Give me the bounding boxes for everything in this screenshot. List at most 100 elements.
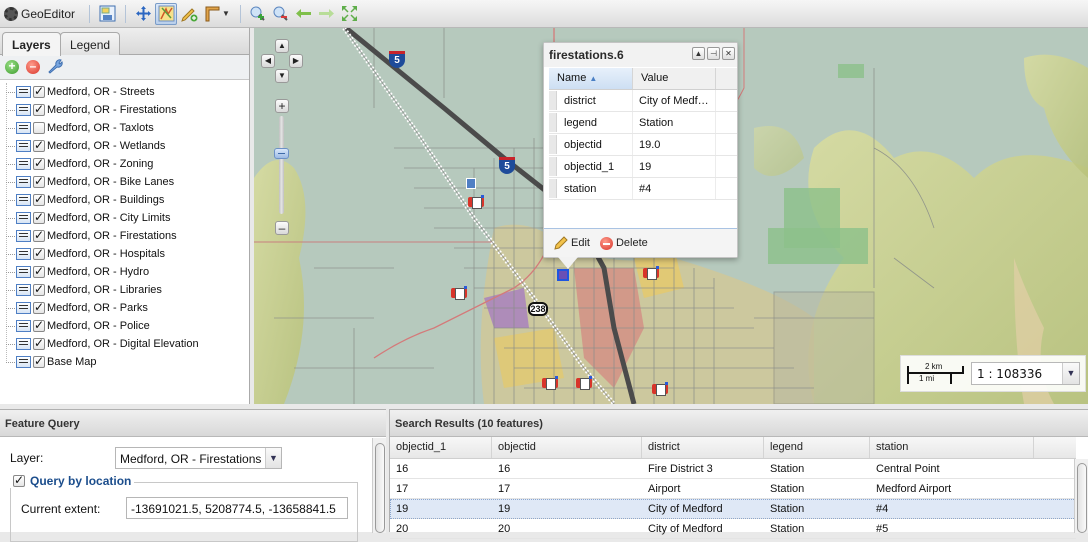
layer-visibility-checkbox[interactable] — [33, 122, 45, 134]
layer-item[interactable]: ✓ Medford, OR - Police — [0, 317, 249, 335]
full-extent-button[interactable] — [339, 3, 361, 25]
property-grid: Name ▲ Value district City of Medf… legend… — [549, 68, 737, 200]
layer-visibility-checkbox[interactable]: ✓ — [33, 355, 45, 368]
remove-layer-button[interactable]: – — [26, 60, 40, 74]
map-view[interactable]: 5 5 238 ▲ ◀ ▶ ▼ + – 2 km 1 mi 1 : 108336… — [254, 28, 1088, 404]
current-extent-input[interactable]: -13691021.5, 5208774.5, -13658841.5 — [126, 497, 348, 519]
pan-up-button[interactable]: ▲ — [275, 39, 289, 53]
layer-visibility-checkbox[interactable]: ✓ — [33, 319, 45, 332]
column-header-objectid-1[interactable]: objectid_1 — [390, 437, 492, 458]
add-feature-button[interactable] — [178, 3, 200, 25]
table-row[interactable]: 17 17 Airport Station Medford Airport — [390, 479, 1076, 499]
save-button[interactable] — [96, 3, 118, 25]
table-row[interactable]: 20 20 City of Medford Station #5 — [390, 519, 1076, 539]
property-value: Station — [633, 112, 716, 133]
firestation-marker[interactable] — [652, 382, 668, 396]
layer-item[interactable]: ✓ Medford, OR - Wetlands — [0, 137, 249, 155]
layer-visibility-checkbox[interactable]: ✓ — [33, 103, 45, 116]
property-row[interactable]: legend Station — [549, 112, 737, 134]
layer-item[interactable]: ✓ Base Map — [0, 353, 249, 371]
pan-button[interactable] — [132, 3, 154, 25]
layer-visibility-checkbox[interactable]: ✓ — [33, 301, 45, 314]
pan-down-button[interactable]: ▼ — [275, 69, 289, 83]
layer-item[interactable]: ✓ Medford, OR - City Limits — [0, 209, 249, 227]
layer-item[interactable]: ✓ Medford, OR - Digital Elevation — [0, 335, 249, 353]
map-zoom-in-button[interactable]: + — [275, 99, 289, 113]
select-feature-button[interactable] — [155, 2, 178, 25]
results-scrollbar[interactable] — [1074, 459, 1088, 533]
layer-properties-button[interactable] — [47, 58, 63, 77]
hospital-icon[interactable] — [466, 178, 476, 189]
layer-visibility-checkbox[interactable]: ✓ — [33, 193, 45, 206]
layer-item[interactable]: ✓ Medford, OR - Bike Lanes — [0, 173, 249, 191]
tab-layers[interactable]: Layers — [2, 32, 61, 56]
layer-visibility-checkbox[interactable]: ✓ — [33, 265, 45, 278]
layer-visibility-checkbox[interactable]: ✓ — [33, 211, 45, 224]
layer-item[interactable]: ✓ Medford, OR - Hydro — [0, 263, 249, 281]
back-button[interactable] — [293, 3, 315, 25]
zoom-out-button[interactable] — [270, 3, 292, 25]
zoom-in-button[interactable] — [247, 3, 269, 25]
layer-visibility-checkbox[interactable]: ✓ — [33, 283, 45, 296]
property-row[interactable]: district City of Medf… — [549, 90, 737, 112]
layer-visibility-checkbox[interactable]: ✓ — [33, 337, 45, 350]
zoom-slider-track[interactable] — [279, 116, 284, 214]
collapse-button[interactable]: ▲ — [692, 47, 705, 60]
map-zoom-out-button[interactable]: – — [275, 221, 289, 235]
layer-item[interactable]: ✓ Medford, OR - Firestations — [0, 227, 249, 245]
measure-button[interactable] — [201, 3, 223, 25]
forward-icon — [319, 9, 335, 18]
table-row[interactable]: 19 19 City of Medford Station #4 — [390, 499, 1076, 519]
column-header-station[interactable]: station — [870, 437, 1034, 458]
chevron-down-icon[interactable]: ▼ — [1062, 363, 1079, 384]
chevron-down-icon[interactable]: ▼ — [265, 448, 281, 468]
name-column-header[interactable]: Name ▲ — [549, 68, 633, 89]
property-row[interactable]: station #4 — [549, 178, 737, 200]
layer-item[interactable]: ✓ Medford, OR - Zoning — [0, 155, 249, 173]
firestation-marker[interactable] — [542, 376, 558, 390]
layer-visibility-checkbox[interactable]: ✓ — [33, 85, 45, 98]
delete-button[interactable]: Delete — [599, 236, 648, 250]
add-layer-button[interactable]: + — [5, 60, 19, 74]
property-row[interactable]: objectid 19.0 — [549, 134, 737, 156]
layer-item[interactable]: ✓ Medford, OR - Streets — [0, 83, 249, 101]
measure-dropdown-icon[interactable]: ▼ — [222, 9, 230, 18]
layer-item[interactable]: Medford, OR - Taxlots — [0, 119, 249, 137]
value-column-header[interactable]: Value — [633, 68, 716, 89]
layer-item[interactable]: ✓ Medford, OR - Hospitals — [0, 245, 249, 263]
pin-button[interactable]: ⊣ — [707, 47, 720, 60]
close-button[interactable]: ✕ — [722, 47, 735, 60]
firestation-marker[interactable] — [451, 286, 467, 300]
layer-item[interactable]: ✓ Medford, OR - Parks — [0, 299, 249, 317]
firestation-marker[interactable] — [576, 376, 592, 390]
layer-visibility-checkbox[interactable]: ✓ — [33, 139, 45, 152]
scale-select[interactable]: 1 : 108336 ▼ — [971, 362, 1080, 385]
layer-visibility-checkbox[interactable]: ✓ — [33, 229, 45, 242]
column-header-objectid[interactable]: objectid — [492, 437, 642, 458]
layer-item[interactable]: ✓ Medford, OR - Buildings — [0, 191, 249, 209]
column-header-district[interactable]: district — [642, 437, 764, 458]
layer-visibility-checkbox[interactable]: ✓ — [33, 157, 45, 170]
layer-visibility-checkbox[interactable]: ✓ — [33, 175, 45, 188]
pan-left-button[interactable]: ◀ — [261, 54, 275, 68]
zoom-slider-thumb[interactable] — [274, 148, 289, 159]
layer-item[interactable]: ✓ Medford, OR - Libraries — [0, 281, 249, 299]
firestation-marker[interactable] — [468, 195, 484, 209]
table-row[interactable]: 16 16 Fire District 3 Station Central Point — [390, 459, 1076, 479]
property-row[interactable]: objectid_1 19 — [549, 156, 737, 178]
forward-button[interactable] — [316, 3, 338, 25]
feature-query-scrollbar[interactable] — [372, 438, 386, 533]
firestation-marker[interactable] — [643, 266, 659, 280]
tab-legend[interactable]: Legend — [60, 32, 121, 55]
query-by-location-checkbox[interactable]: ✓ — [13, 474, 25, 487]
selected-firestation-marker[interactable] — [557, 269, 569, 281]
edit-button[interactable]: Edit — [554, 236, 590, 250]
pan-right-button[interactable]: ▶ — [289, 54, 303, 68]
scrollbar-thumb[interactable] — [375, 443, 385, 533]
layer-visibility-checkbox[interactable]: ✓ — [33, 247, 45, 260]
layer-item[interactable]: ✓ Medford, OR - Firestations — [0, 101, 249, 119]
column-header-legend[interactable]: legend — [764, 437, 870, 458]
arrow-down-icon: ▼ — [278, 71, 286, 80]
scrollbar-thumb[interactable] — [1077, 463, 1087, 533]
layer-select[interactable]: Medford, OR - Firestations ▼ — [115, 447, 282, 469]
